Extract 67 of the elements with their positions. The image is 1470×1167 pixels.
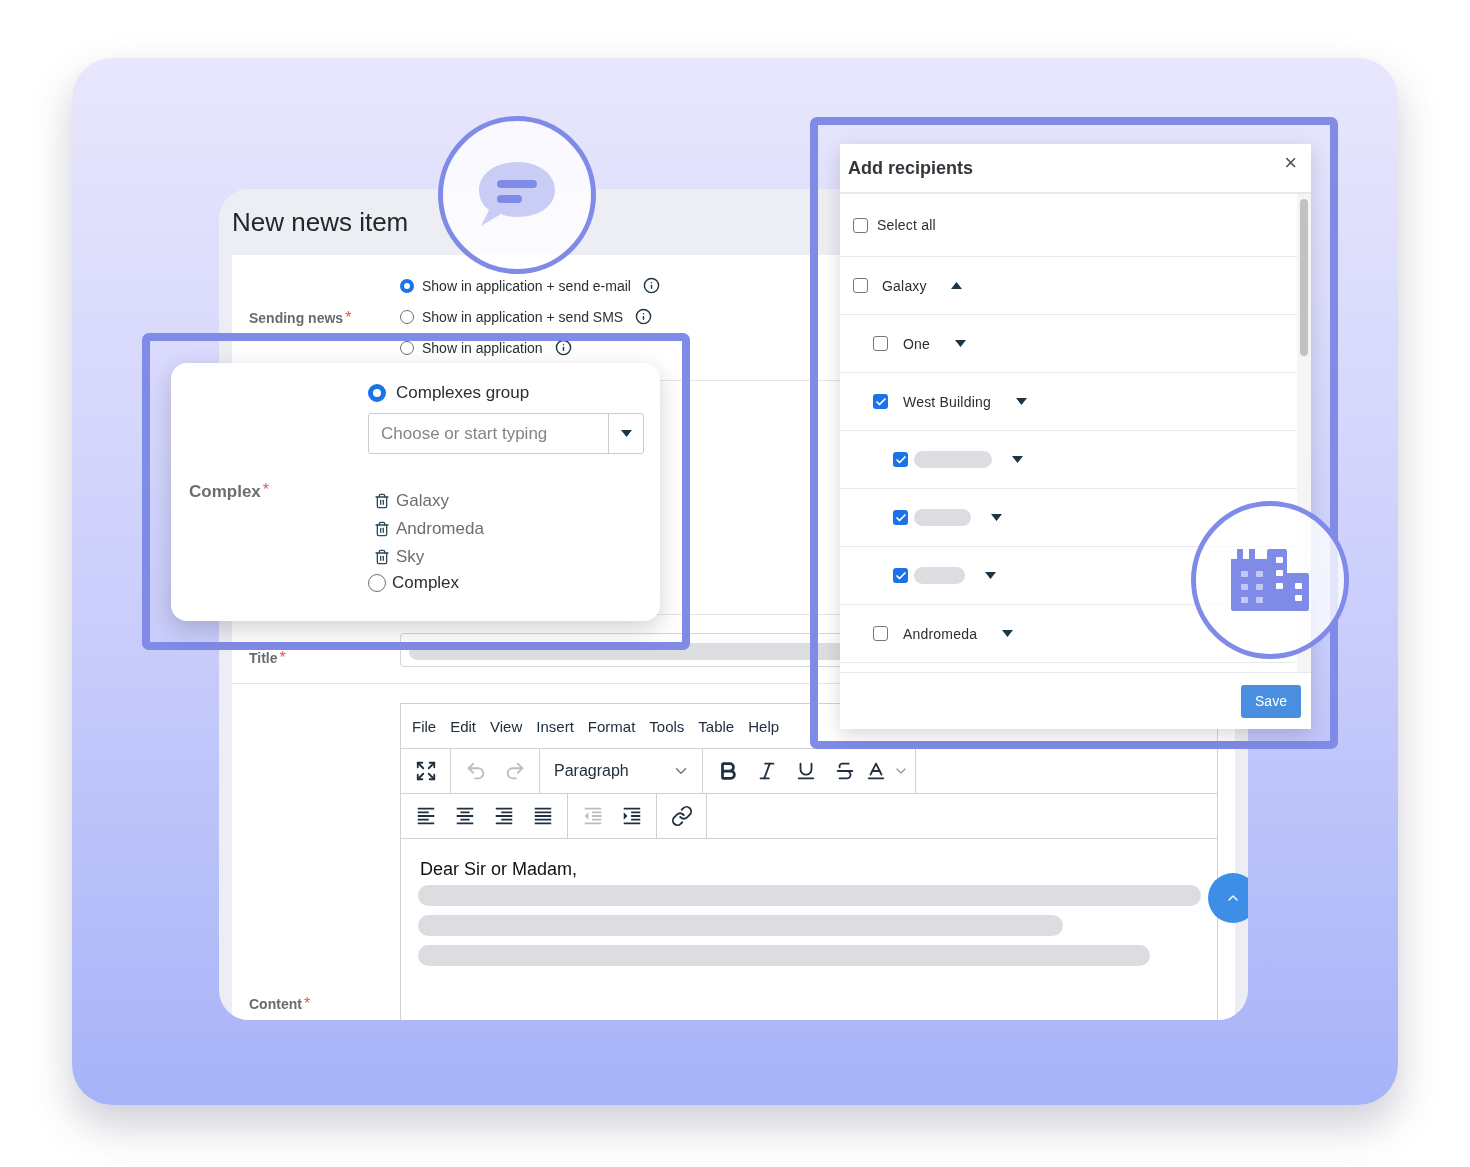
trash-icon[interactable] [374,549,390,565]
radio-button[interactable] [400,278,414,293]
text-color-icon[interactable] [865,760,887,782]
radio-label[interactable]: Complexes group [396,383,530,403]
tree-label[interactable]: West Building [903,393,991,410]
radio-label[interactable]: Complex [392,573,460,593]
menu-item[interactable]: Insert [529,717,581,735]
radio-label[interactable]: Show in application + send SMS [422,308,624,325]
fullscreen-icon[interactable] [414,760,437,782]
caret-down-icon[interactable] [620,430,632,437]
caret-down-icon[interactable] [1012,456,1023,463]
required-mark: * [345,309,352,326]
caret-down-icon[interactable] [985,572,996,579]
checkbox[interactable] [873,394,888,409]
menu-item[interactable]: Table [691,717,742,735]
tree-label[interactable]: Galaxy [882,277,927,294]
menu-item[interactable]: Edit [443,717,484,735]
redacted-text-bar [914,509,971,526]
menu-item[interactable]: View [483,717,530,735]
required-mark: * [279,650,286,666]
caret-up-icon[interactable] [950,282,962,289]
editor-text: Dear Sir or Madam, [420,859,579,880]
caret-down-icon[interactable] [955,340,967,347]
required-mark: * [262,482,270,498]
chosen-complex: Andromeda [396,519,484,539]
menu-item[interactable]: Tools [642,717,692,735]
close-button[interactable]: × [1284,150,1297,176]
menu-item[interactable]: Format [580,717,643,735]
radio-label[interactable]: Show in application [422,339,543,356]
complex-select[interactable]: Choose or start typing [368,413,644,454]
checkbox[interactable] [873,626,888,641]
info-icon[interactable] [642,277,660,294]
caret-down-icon[interactable] [991,514,1002,521]
radio-button[interactable] [400,309,414,324]
menu-item[interactable]: File [405,717,444,735]
field-label: Sending news [249,309,344,326]
radio-button[interactable] [368,574,386,592]
menu-item[interactable]: Help [741,717,787,735]
radio-button[interactable] [368,384,386,402]
radio-label[interactable]: Show in application + send e-mail [422,277,631,294]
required-mark: * [303,996,311,1012]
trash-icon[interactable] [374,493,390,509]
link-icon[interactable] [670,805,693,827]
checkbox[interactable] [853,217,868,233]
trash-icon[interactable] [374,521,390,537]
field-label: Content [249,996,302,1012]
checkbox[interactable] [893,510,908,525]
field-label: Title [249,650,278,666]
building-icon [1231,549,1309,611]
caret-down-icon[interactable] [1002,630,1014,637]
dialog-title: Add recipients [848,157,974,179]
page-title: New news item [232,206,409,238]
info-icon[interactable] [635,308,653,325]
redacted-text-bar [914,567,965,584]
tree-label[interactable]: Andromeda [903,625,978,642]
field-label: Complex [189,482,261,502]
checkbox[interactable] [853,278,868,293]
chosen-complex: Galaxy [396,491,449,511]
info-icon[interactable] [554,339,572,356]
checkbox[interactable] [893,568,908,583]
checkbox[interactable] [893,452,908,467]
format-dropdown[interactable]: Paragraph [546,754,696,788]
caret-down-icon[interactable] [1015,398,1027,405]
chosen-complex: Sky [396,547,425,567]
checkbox[interactable] [873,336,888,351]
tree-label[interactable]: One [903,335,931,352]
tree-label[interactable]: Select all [877,217,936,233]
